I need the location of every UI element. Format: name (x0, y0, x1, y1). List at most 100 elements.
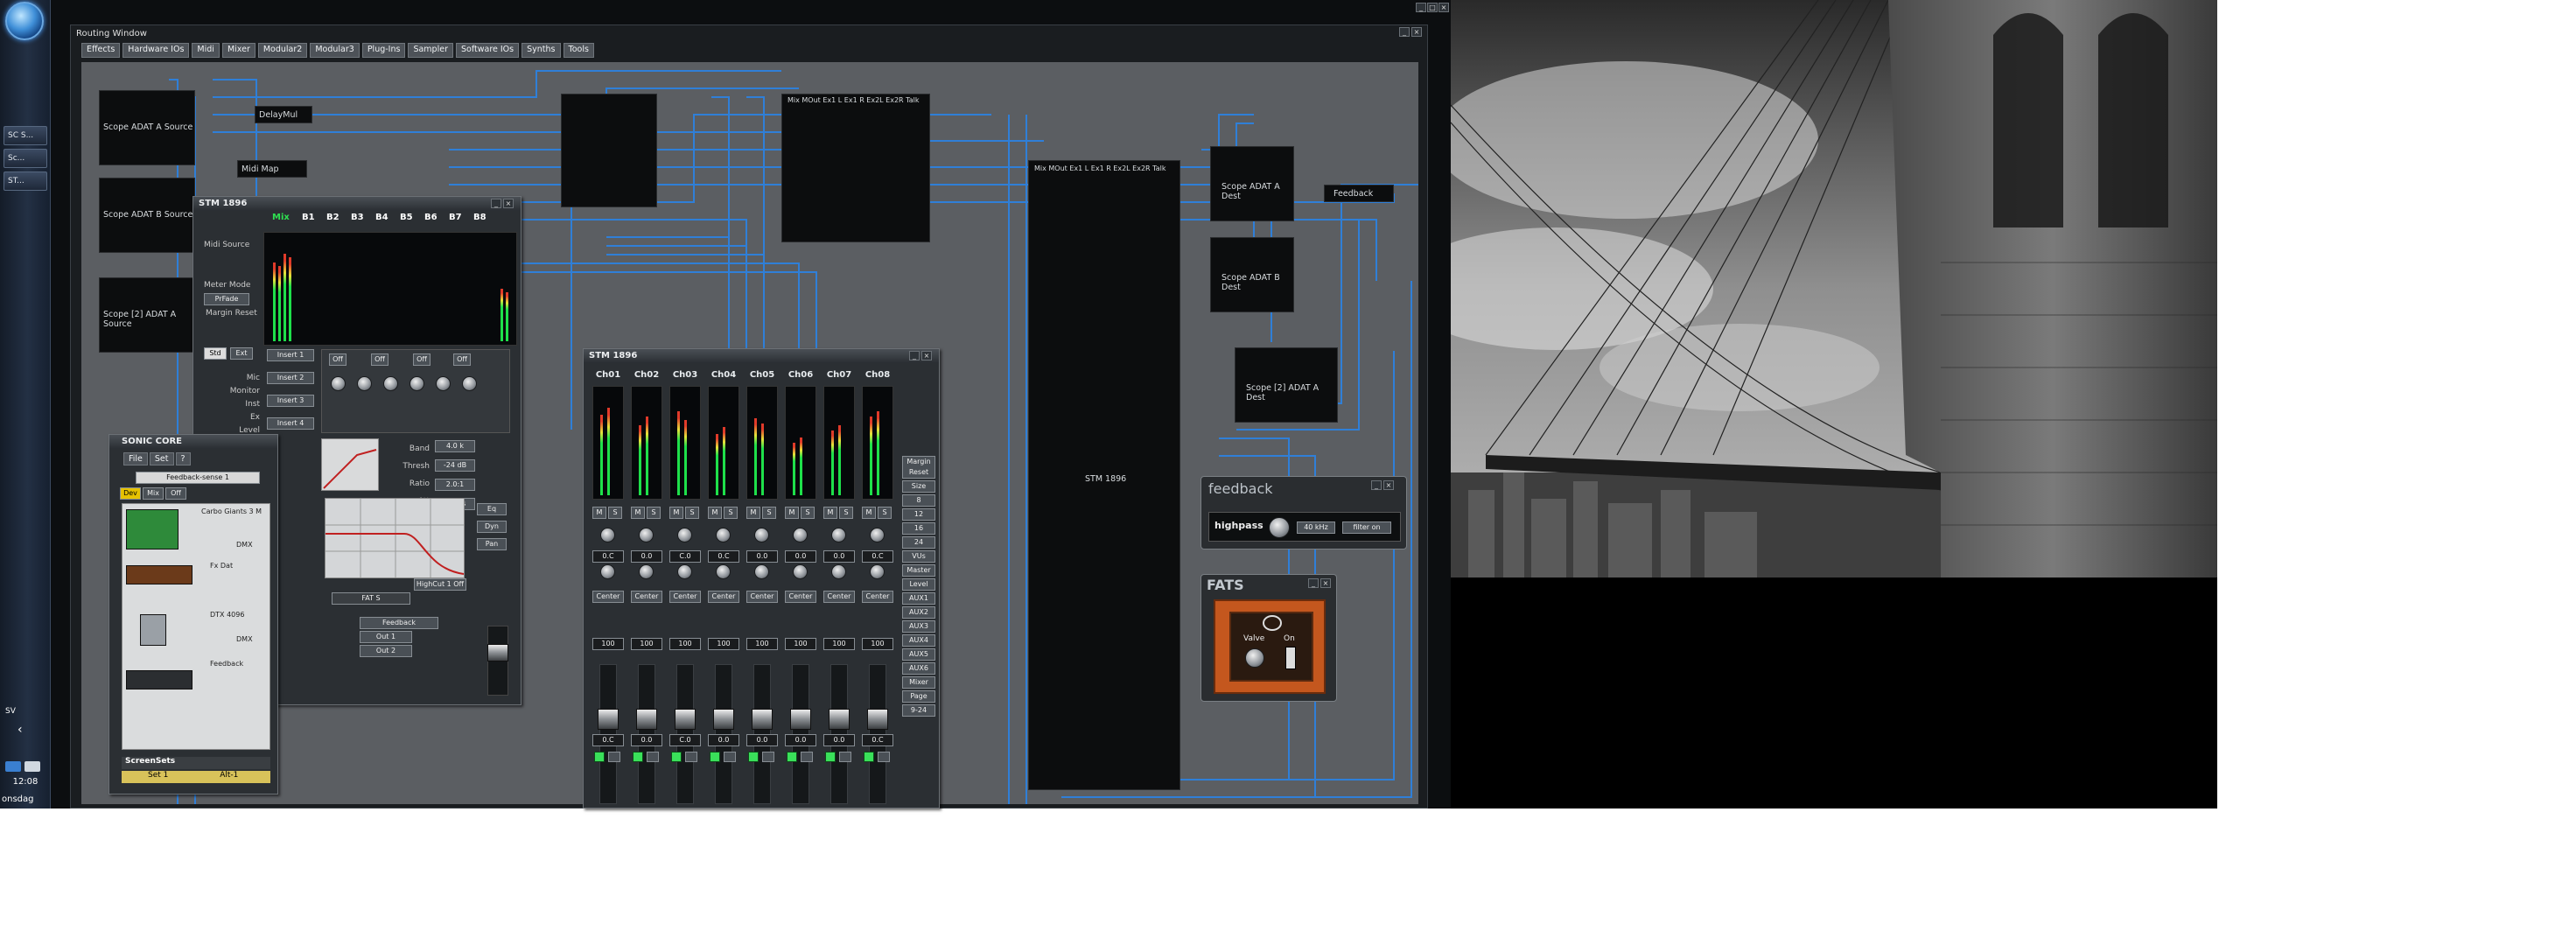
sc-device-thumb-3[interactable] (140, 614, 166, 646)
side-control-9[interactable]: Level (902, 578, 935, 591)
channel-aux-knob[interactable] (600, 564, 615, 579)
pan-value[interactable]: 0.C (708, 550, 739, 563)
channel-aux-knob[interactable] (870, 564, 885, 579)
fats-valve-knob[interactable] (1245, 648, 1264, 668)
volume-value[interactable]: 100 (708, 638, 739, 650)
channel-aux-knob[interactable] (831, 564, 846, 579)
taskbar-button-sc2[interactable]: Sc... (4, 149, 47, 168)
sc-search-field[interactable]: Feedback-sense 1 (136, 472, 260, 484)
mute-button[interactable]: M (785, 507, 799, 519)
channel-aux-knob[interactable] (677, 564, 692, 579)
eq-knob-2[interactable] (357, 376, 372, 391)
pan-value[interactable]: 0.0 (746, 550, 778, 563)
solo-button[interactable]: S (801, 507, 815, 519)
menu-modular3[interactable]: Modular3 (310, 43, 360, 58)
channel-on-button[interactable] (787, 752, 797, 762)
taskbar-button-st[interactable]: ST... (4, 172, 47, 191)
stm-1896-routing-block[interactable]: Mix MOut Ex1 L Ex1 R Ex2L Ex2R Talk STM … (1028, 160, 1180, 790)
solo-button[interactable]: S (839, 507, 853, 519)
mute-button[interactable]: M (669, 507, 683, 519)
insert-1-button[interactable]: Insert 1 (267, 349, 314, 361)
taskbar-button-sc[interactable]: SC S... (4, 126, 47, 145)
mixer-mix-block[interactable]: Mix MOut Ex1 L Ex1 R Ex2L Ex2R Talk (781, 94, 930, 242)
solo-button[interactable]: S (724, 507, 738, 519)
dropdown-off-2[interactable]: Off (371, 354, 388, 366)
stm-top-min-button[interactable]: _ (491, 199, 501, 208)
channel-select-button[interactable] (647, 752, 659, 762)
sc-menu-set[interactable]: Set (149, 452, 174, 466)
meter-mode-select[interactable]: PrFade (204, 293, 249, 305)
scope-adat-a-dest-block[interactable]: Scope ADAT A Dest (1210, 146, 1294, 221)
channel-select-button[interactable] (801, 752, 813, 762)
channel-select-button[interactable] (762, 752, 774, 762)
master-fader-cap[interactable] (487, 644, 508, 662)
sc-tab-mix[interactable]: Mix (143, 487, 164, 500)
feedback-routing-block[interactable]: Feedback (1324, 185, 1394, 202)
volume-icon[interactable] (5, 761, 21, 772)
volume-value[interactable]: 100 (669, 638, 701, 650)
fats-close-button[interactable]: × (1320, 578, 1331, 588)
insert-4-button[interactable]: Insert 4 (267, 417, 314, 430)
minimize-button[interactable]: _ (1416, 3, 1426, 12)
channel-on-button[interactable] (825, 752, 836, 762)
side-control-16[interactable]: Mixer (902, 676, 935, 689)
clock[interactable]: 12:08 onsdag (2, 777, 49, 805)
channel-aux-knob[interactable] (793, 564, 808, 579)
side-control-4[interactable]: 12 (902, 508, 935, 521)
value-ratio[interactable]: 2.0:1 (435, 479, 475, 491)
scope-2-adat-a-dest-block[interactable]: Scope [2] ADAT A Dest (1235, 347, 1338, 423)
ext-button[interactable]: Ext (230, 347, 253, 360)
side-control-3[interactable]: 8 (902, 494, 935, 507)
value-band[interactable]: 4.0 k (435, 440, 475, 452)
side-control-13[interactable]: AUX4 (902, 634, 935, 647)
feedback-filter-toggle[interactable]: filter on (1342, 522, 1391, 534)
channel-gain-knob[interactable] (600, 528, 615, 542)
channel-aux-knob[interactable] (639, 564, 654, 579)
channel-on-button[interactable] (594, 752, 605, 762)
master-fader-track[interactable] (487, 626, 508, 696)
option-monitor[interactable]: Monitor (211, 385, 260, 398)
channel-gain-knob[interactable] (870, 528, 885, 542)
feedback-min-button[interactable]: _ (1371, 480, 1382, 490)
eq-knob-1[interactable] (331, 376, 346, 391)
mixer-out-block[interactable] (561, 94, 657, 207)
channel-gain-knob[interactable] (716, 528, 731, 542)
mute-button[interactable]: M (746, 507, 760, 519)
channel-on-button[interactable] (633, 752, 643, 762)
side-control-10[interactable]: AUX1 (902, 592, 935, 605)
side-control-6[interactable]: 24 (902, 536, 935, 549)
delay-mul-block[interactable]: DelayMul (255, 106, 312, 123)
scope-adat-a-source-block[interactable]: Scope ADAT A Source (99, 90, 195, 165)
sc-item-button-2[interactable]: DMX (236, 635, 253, 643)
route-out-2[interactable]: Out 2 (360, 645, 412, 657)
menu-mixer[interactable]: Mixer (221, 43, 256, 58)
channel-on-button[interactable] (864, 752, 874, 762)
fats-top-knob-icon[interactable] (1263, 615, 1282, 631)
channel-on-button[interactable] (748, 752, 759, 762)
side-control-5[interactable]: 16 (902, 522, 935, 535)
sc-set-row[interactable]: Set 1 Alt-1 (122, 771, 270, 783)
solo-button[interactable]: S (608, 507, 622, 519)
side-control-1[interactable]: Margin Reset (902, 456, 935, 479)
pan-value[interactable]: 0.C (592, 550, 624, 563)
side-control-18[interactable]: 9-24 (902, 704, 935, 717)
sc-item-4[interactable]: Feedback (210, 660, 243, 668)
maximize-button[interactable]: □ (1427, 3, 1438, 12)
lang-indicator[interactable]: SV (5, 707, 16, 716)
std-button[interactable]: Std (204, 347, 227, 360)
mute-button[interactable]: M (823, 507, 837, 519)
side-control-11[interactable]: AUX2 (902, 606, 935, 619)
sc-menu-file[interactable]: File (123, 452, 148, 466)
channel-aux-knob[interactable] (754, 564, 769, 579)
start-orb-icon[interactable] (5, 2, 44, 40)
feedback-close-button[interactable]: × (1383, 480, 1394, 490)
fader-cap[interactable] (636, 709, 657, 730)
sc-item-3[interactable]: DTX 4096 (210, 611, 244, 619)
menu-sampler[interactable]: Sampler (408, 43, 453, 58)
close-button[interactable]: × (1438, 3, 1449, 12)
solo-button[interactable]: S (878, 507, 892, 519)
pan-value[interactable]: 0.0 (823, 550, 855, 563)
volume-value[interactable]: 100 (592, 638, 624, 650)
fader-cap[interactable] (829, 709, 850, 730)
fader-cap[interactable] (675, 709, 696, 730)
